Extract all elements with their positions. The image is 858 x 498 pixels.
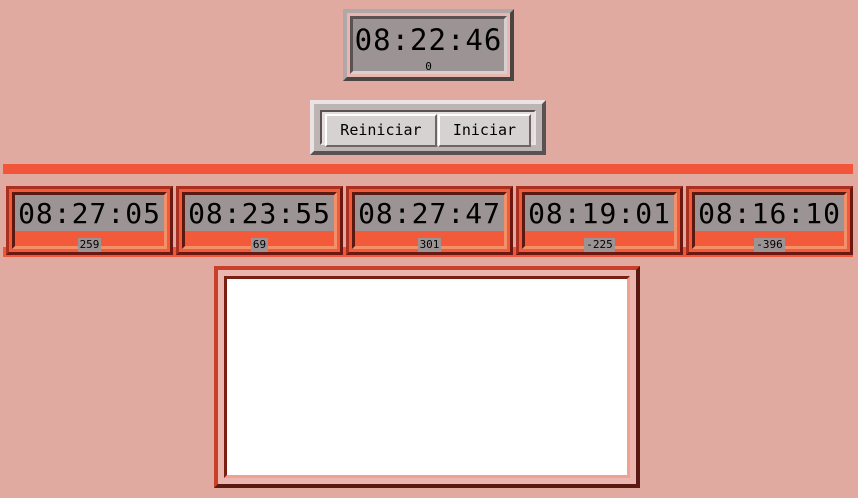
main-clock-time: 08:22:46 [354,23,503,57]
node-clock-4-time: 08:19:01 [528,197,671,230]
node-clock-3-offset: 301 [417,238,442,252]
node-clock-bar: 08:27:05 259 08:23:55 69 08:27:47 301 08… [3,164,853,257]
node-clock-5-offset: -396 [754,238,785,252]
node-clock-3-offset-wrap: 301 [355,233,504,252]
main-clock-display: 08:22:46 0 [350,16,507,74]
node-clock-5-time: 08:16:10 [698,197,841,230]
reset-button[interactable]: Reiniciar [325,114,437,147]
main-clock-offset: 0 [425,60,432,73]
node-clock-3-time: 08:27:47 [358,197,501,230]
node-clock-2: 08:23:55 69 [176,186,343,255]
node-clock-3-inner: 08:27:47 301 [352,192,507,252]
node-clock-1: 08:27:05 259 [6,186,173,255]
node-clock-1-inner: 08:27:05 259 [12,192,167,252]
main-clock: 08:22:46 0 [343,9,514,81]
node-clock-2-offset-wrap: 69 [185,233,334,252]
node-clock-5-inner: 08:16:10 -396 [692,192,847,252]
node-clock-4-offset: -225 [584,238,615,252]
node-clock-4-inner: 08:19:01 -225 [522,192,677,252]
node-clock-2-time: 08:23:55 [188,197,331,230]
log-panel-inner [224,276,630,478]
control-panel: Reiniciar Iniciar [310,100,546,155]
node-clock-4: 08:19:01 -225 [516,186,683,255]
node-clock-2-inner: 08:23:55 69 [182,192,337,252]
node-clock-1-time: 08:27:05 [18,197,161,230]
node-clock-1-offset: 259 [77,238,102,252]
node-clock-5: 08:16:10 -396 [686,186,853,255]
node-clock-4-offset-wrap: -225 [525,233,674,252]
log-textarea[interactable] [227,279,627,475]
start-button[interactable]: Iniciar [437,114,531,147]
control-panel-inner: Reiniciar Iniciar [320,110,536,147]
node-clock-3: 08:27:47 301 [346,186,513,255]
log-panel [214,266,640,488]
node-clock-5-offset-wrap: -396 [695,233,844,252]
node-clock-1-offset-wrap: 259 [15,233,164,252]
node-clock-2-offset: 69 [250,238,269,252]
